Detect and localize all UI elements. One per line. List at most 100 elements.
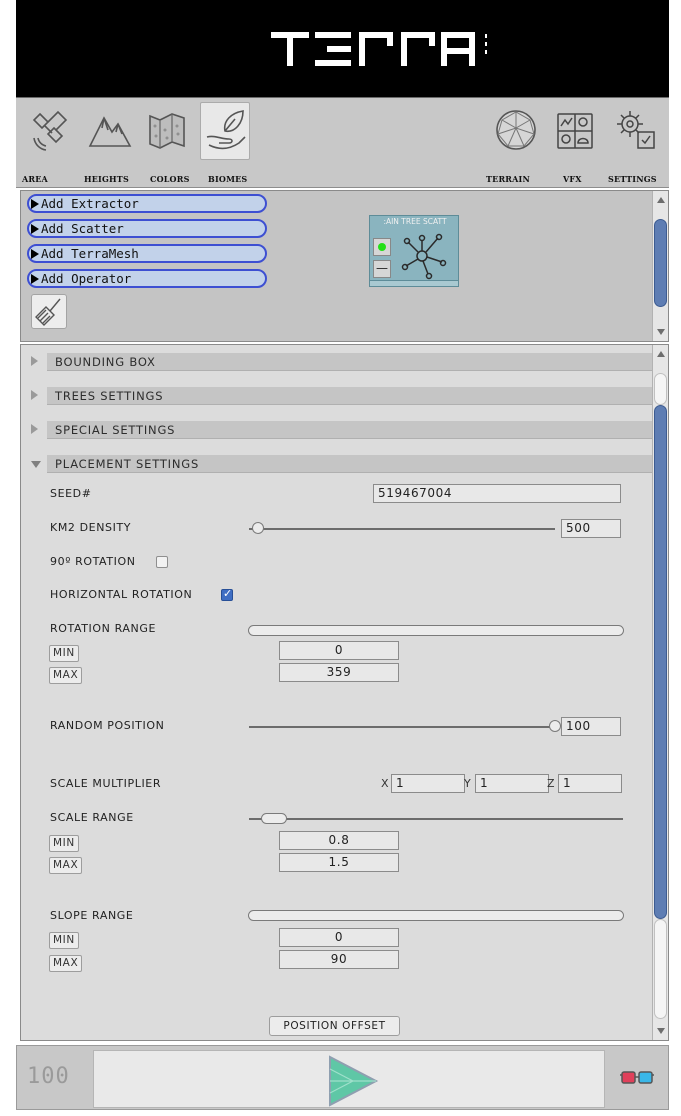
globe-icon [496, 110, 536, 150]
expand-arrow-icon [31, 274, 39, 284]
section-header[interactable]: SPECIAL SETTINGS [47, 421, 652, 439]
tool-heights[interactable] [84, 102, 134, 160]
inspector-scroll-thumb[interactable] [654, 405, 667, 919]
tool-vfx-label: VFX [563, 174, 582, 184]
tool-biomes[interactable] [200, 102, 250, 160]
fold-right-arrow-icon [31, 424, 38, 434]
scale-multiplier-label: SCALE MULTIPLIER [50, 777, 162, 790]
horizontal-rotation-checkbox[interactable] [221, 587, 233, 601]
tool-terrain[interactable] [490, 102, 540, 160]
inspector-scrollbar[interactable] [652, 345, 668, 1040]
section-header[interactable]: BOUNDING BOX [47, 353, 652, 371]
seed-label: SEED# [50, 487, 92, 500]
horizontal-rotation-label: HORIZONTAL ROTATION [50, 588, 193, 601]
tool-settings[interactable] [610, 102, 660, 160]
add-scatter-button[interactable]: Add Scatter [27, 219, 267, 238]
scale-x-field[interactable]: 1 [391, 774, 465, 793]
fold-down-arrow-icon [31, 461, 41, 468]
slope-min-button[interactable]: MIN [49, 932, 79, 949]
seed-field[interactable]: 519467004 [373, 484, 621, 503]
rotation-min-button[interactable]: MIN [49, 645, 79, 662]
slope-range-label: SLOPE RANGE [50, 909, 134, 922]
scale-y-label: Y [464, 777, 471, 790]
play-icon[interactable] [322, 1055, 382, 1107]
random-position-slider[interactable] [249, 726, 555, 728]
density-label: KM2 DENSITY [50, 521, 132, 534]
tool-biomes-label: BIOMES [208, 174, 248, 184]
leaf-hand-icon [206, 110, 246, 150]
inspector-panel: BOUNDING BOX TREES SETTINGS SPECIAL SETT… [20, 344, 669, 1041]
node-active-toggle[interactable] [373, 238, 391, 256]
section-trees-settings[interactable]: TREES SETTINGS [21, 385, 652, 407]
random-position-field[interactable]: 100 [561, 717, 621, 736]
add-operator-label: Add Operator [41, 271, 132, 286]
node-footer [370, 280, 458, 286]
fold-right-arrow-icon [31, 390, 38, 400]
scale-min-button[interactable]: MIN [49, 835, 79, 852]
satellite-icon [32, 110, 68, 151]
scale-max-field[interactable]: 1.5 [279, 853, 399, 872]
random-position-label: RANDOM POSITION [50, 719, 165, 732]
mountain-icon [88, 116, 132, 147]
tool-vfx[interactable] [550, 102, 600, 160]
rotation90-checkbox[interactable] [156, 556, 168, 568]
tree-scatter-node[interactable]: :AIN TREE SCATT — [369, 215, 459, 287]
section-placement-settings[interactable]: PLACEMENT SETTINGS [21, 453, 652, 475]
add-operator-button[interactable]: Add Operator [27, 269, 267, 288]
rotation-max-field[interactable]: 359 [279, 663, 399, 682]
scale-range-thumb[interactable] [261, 813, 287, 824]
scale-y-field[interactable]: 1 [475, 774, 549, 793]
bottom-bar: 100 [16, 1045, 669, 1110]
density-field[interactable]: 500 [561, 519, 621, 538]
section-bounding-box[interactable]: BOUNDING BOX [21, 351, 652, 373]
rotation-max-button[interactable]: MAX [49, 667, 83, 684]
texture-map-icon [149, 113, 185, 149]
graph-scrollbar[interactable] [652, 191, 668, 341]
scroll-down-arrow-icon[interactable] [657, 1028, 665, 1034]
density-slider[interactable] [249, 528, 555, 530]
scale-z-field[interactable]: 1 [558, 774, 622, 793]
slope-max-button[interactable]: MAX [49, 955, 83, 972]
add-extractor-button[interactable]: Add Extractor [27, 194, 267, 213]
rotation90-label: 90º ROTATION [50, 555, 136, 568]
scale-z-label: Z [547, 777, 555, 790]
node-graph-panel: Add Extractor Add Scatter Add TerraMesh … [20, 190, 669, 342]
broom-icon [35, 298, 61, 326]
rotation-min-field[interactable]: 0 [279, 641, 399, 660]
vfx-icon [557, 113, 593, 149]
rotation-range-label: ROTATION RANGE [50, 622, 157, 635]
scale-min-field[interactable]: 0.8 [279, 831, 399, 850]
section-header[interactable]: PLACEMENT SETTINGS [47, 455, 652, 473]
tool-colors[interactable] [142, 102, 192, 160]
clear-graph-button[interactable] [31, 294, 67, 329]
scale-range-slider[interactable] [249, 818, 623, 820]
add-terramesh-button[interactable]: Add TerraMesh [27, 244, 267, 263]
tool-area[interactable] [26, 102, 76, 160]
expand-arrow-icon [31, 199, 39, 209]
section-special-settings[interactable]: SPECIAL SETTINGS [21, 419, 652, 441]
density-slider-handle[interactable] [252, 522, 265, 534]
app-header [16, 0, 669, 98]
terra-logo-icon [271, 32, 487, 66]
section-header[interactable]: TREES SETTINGS [47, 387, 652, 405]
random-position-slider-handle[interactable] [549, 720, 561, 732]
add-terramesh-label: Add TerraMesh [41, 246, 139, 261]
fold-right-arrow-icon [31, 356, 38, 366]
terra-logo [271, 24, 501, 76]
position-offset-button[interactable]: POSITION OFFSET [269, 1016, 400, 1036]
slope-range-thumb[interactable] [248, 910, 624, 921]
rotation-range-thumb[interactable] [248, 625, 624, 636]
scroll-up-arrow-icon[interactable] [657, 351, 665, 357]
scale-max-button[interactable]: MAX [49, 857, 83, 874]
slope-max-field[interactable]: 90 [279, 950, 399, 969]
tool-colors-label: COLORS [150, 174, 190, 184]
scroll-up-arrow-icon[interactable] [657, 197, 665, 203]
expand-arrow-icon [31, 249, 39, 259]
3d-glasses-icon[interactable] [619, 1069, 655, 1087]
slope-min-field[interactable]: 0 [279, 928, 399, 947]
scroll-down-arrow-icon[interactable] [657, 329, 665, 335]
node-collapse-button[interactable]: — [373, 260, 391, 278]
inspector-scroll-track [654, 919, 667, 1019]
scale-range-label: SCALE RANGE [50, 811, 134, 824]
graph-scroll-thumb[interactable] [654, 219, 667, 307]
